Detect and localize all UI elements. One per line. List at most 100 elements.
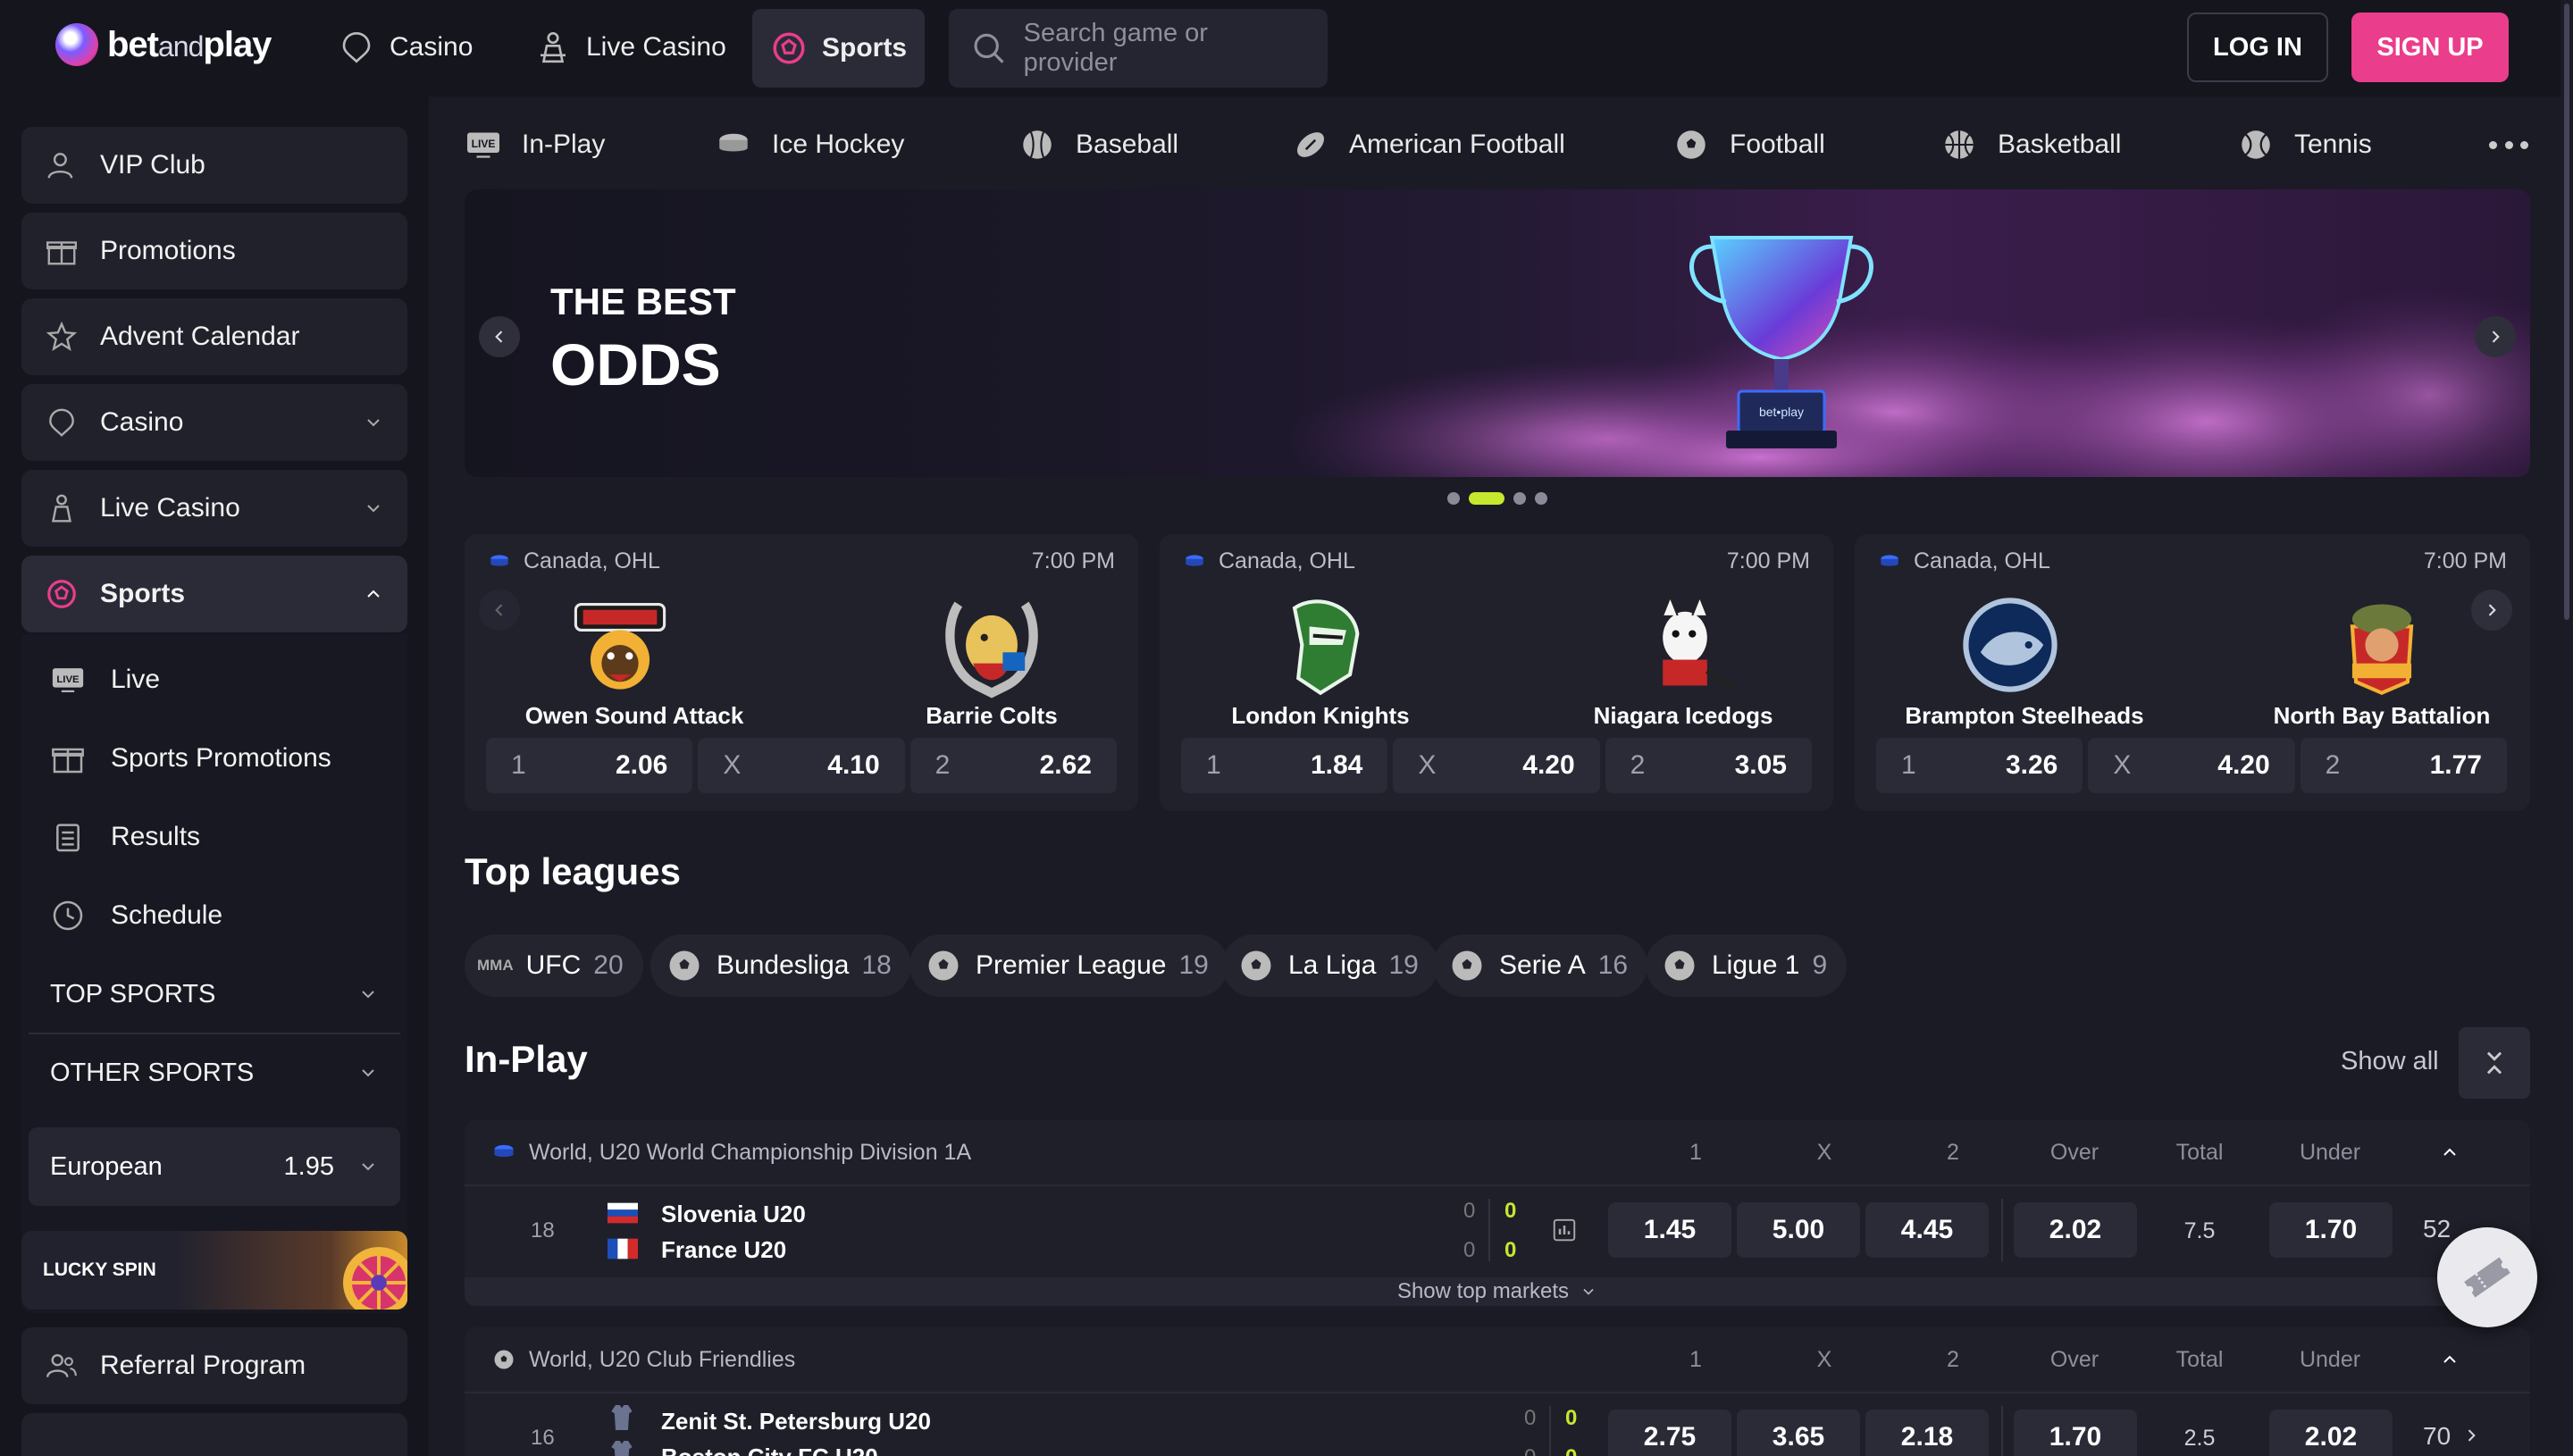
chevron-up-icon[interactable] <box>2439 1349 2460 1370</box>
sidebar-item-promotions[interactable]: Promotions <box>21 213 407 289</box>
betslip-fab[interactable] <box>2437 1227 2537 1327</box>
odds-format-select[interactable]: European 1.95 <box>29 1127 400 1206</box>
featured-match-card[interactable]: Canada, OHL 7:00 PM Owen Sound Attack Ba… <box>465 534 1138 811</box>
sidebar-other-sports[interactable]: OTHER SPORTS <box>29 1034 400 1111</box>
login-button[interactable]: LOG IN <box>2187 13 2328 82</box>
featured-match-card[interactable]: Canada, OHL 7:00 PM Brampton Steelheads … <box>1855 534 2530 811</box>
chevron-right-icon <box>2468 1429 2476 1442</box>
odds-button-home[interactable]: 1 2.06 <box>486 738 693 793</box>
collapse-all-button[interactable] <box>2459 1027 2530 1099</box>
tab-football[interactable]: Football <box>1672 118 1825 172</box>
carousel-dots <box>1447 490 1547 505</box>
col-x: X <box>1816 1347 1832 1372</box>
banner-prev-button[interactable] <box>479 316 520 357</box>
away-team-name: Barrie Colts <box>926 702 1058 729</box>
sidebar-item-referral[interactable]: Referral Program <box>21 1327 407 1404</box>
more-markets-count[interactable]: 52 <box>2423 1215 2451 1243</box>
tab-in-play[interactable]: LIVE In-Play <box>465 118 605 172</box>
sidebar-sub-results[interactable]: Results <box>21 799 407 875</box>
carousel-dot[interactable] <box>1535 492 1547 505</box>
featured-prev-button[interactable] <box>479 590 520 631</box>
odds-value: 4.10 <box>827 750 880 780</box>
tab-ice-hockey[interactable]: Ice Hockey <box>715 118 904 172</box>
tab-basketball[interactable]: Basketball <box>1940 118 2121 172</box>
league-chip-ligue-1[interactable]: Ligue 1 9 <box>1646 934 1848 997</box>
tab-tennis[interactable]: Tennis <box>2237 118 2372 172</box>
gift-icon <box>46 241 78 265</box>
tab-american-football[interactable]: American Football <box>1292 118 1565 172</box>
sidebar-item-sports[interactable]: Sports <box>21 556 407 632</box>
odds-button-away[interactable]: 2 3.05 <box>1605 738 1812 793</box>
odds-button-draw[interactable]: 3.65 <box>1737 1410 1860 1456</box>
search-placeholder: Search game or provider <box>1023 19 1208 77</box>
away-period-score: 0 <box>1524 1445 1536 1456</box>
featured-next-button[interactable] <box>2471 590 2512 631</box>
league-chip-serie-a[interactable]: Serie A 16 <box>1433 934 1648 997</box>
league-chip-premier-league[interactable]: Premier League 19 <box>909 934 1228 997</box>
more-sports-button[interactable] <box>2489 132 2528 157</box>
odds-button-home[interactable]: 1 1.84 <box>1181 738 1388 793</box>
league-name: Ligue 1 <box>1712 950 1800 980</box>
signup-button[interactable]: SIGN UP <box>2351 13 2509 82</box>
odds-button-home[interactable]: 1 3.26 <box>1876 738 2083 793</box>
odds-button-home[interactable]: 2.75 <box>1608 1410 1731 1456</box>
tab-baseball[interactable]: Baseball <box>1018 118 1178 172</box>
away-team-name: Niagara Icedogs <box>1593 702 1773 729</box>
carousel-dot[interactable] <box>1447 492 1460 505</box>
user-icon <box>47 153 73 179</box>
odds-button-under[interactable]: 1.70 <box>2269 1202 2393 1258</box>
carousel-dot-active[interactable] <box>1469 492 1504 505</box>
scrollbar-thumb[interactable] <box>2564 4 2569 620</box>
league-chip-ufc[interactable]: MMA UFC 20 <box>465 934 643 997</box>
odds-key: 1 <box>1206 750 1221 780</box>
promo-banner[interactable]: bet•play THE BEST ODDS <box>465 189 2530 477</box>
brand-logo[interactable]: betandplay <box>55 23 272 66</box>
odds-button-away[interactable]: 2.18 <box>1865 1410 1989 1456</box>
sidebar-item-casino[interactable]: Casino <box>21 384 407 461</box>
league-count: 19 <box>1388 950 1419 980</box>
sidebar-sub-sports-promotions[interactable]: Sports Promotions <box>21 720 407 797</box>
stats-icon[interactable] <box>1551 1217 1578 1243</box>
sidebar-item-advent[interactable]: Advent Calendar <box>21 298 407 375</box>
featured-match-card[interactable]: Canada, OHL 7:00 PM London Knights Niaga… <box>1160 534 1833 811</box>
sidebar-item-partial[interactable] <box>21 1413 407 1456</box>
lucky-spin-banner[interactable]: LUCKY SPIN <box>21 1231 407 1310</box>
home-team-name: Slovenia U20 <box>661 1201 806 1227</box>
odds-button-draw[interactable]: 5.00 <box>1737 1202 1860 1258</box>
soccer-ball-icon <box>1452 950 1482 981</box>
nav-casino[interactable]: Casino <box>320 20 490 75</box>
league-header[interactable]: World, U20 World Championship Division 1… <box>465 1120 2530 1184</box>
odds-button-draw[interactable]: X 4.20 <box>1393 738 1600 793</box>
show-all-link[interactable]: Show all <box>2341 1047 2439 1076</box>
odds-button-away[interactable]: 4.45 <box>1865 1202 1989 1258</box>
league-chip-bundesliga[interactable]: Bundesliga 18 <box>650 934 911 997</box>
match-row[interactable]: 18 Slovenia U20 France U20 0 0 0 0 1.45 … <box>465 1186 2530 1277</box>
odds-button-away[interactable]: 2 1.77 <box>2300 738 2507 793</box>
match-row[interactable]: 16 Zenit St. Petersburg U20 Boston City … <box>465 1393 2530 1456</box>
nav-sports[interactable]: Sports <box>752 9 926 88</box>
odds-button-under[interactable]: 2.02 <box>2269 1410 2393 1456</box>
sidebar-top-sports[interactable]: TOP SPORTS <box>29 956 400 1033</box>
carousel-dot[interactable] <box>1513 492 1526 505</box>
league-name: World, U20 World Championship Division 1… <box>529 1140 972 1165</box>
match-league: Canada, OHL <box>524 548 660 573</box>
league-chip-la-liga[interactable]: La Liga 19 <box>1222 934 1438 997</box>
search-box[interactable]: Search game or provider <box>949 9 1328 88</box>
more-markets-count[interactable]: 70 <box>2423 1422 2451 1451</box>
show-top-markets-button[interactable]: Show top markets <box>465 1277 2530 1306</box>
league-header[interactable]: World, U20 Club Friendlies 1 X 2 Over To… <box>465 1327 2530 1392</box>
sidebar-sub-live[interactable]: LIVE Live <box>21 641 407 718</box>
odds-button-home[interactable]: 1.45 <box>1608 1202 1731 1258</box>
sidebar-item-vip[interactable]: VIP Club <box>21 127 407 204</box>
odds-button-over[interactable]: 2.02 <box>2014 1202 2137 1258</box>
nav-live-casino[interactable]: Live Casino <box>516 20 744 75</box>
scrollbar-track[interactable] <box>2560 0 2573 1456</box>
banner-next-button[interactable] <box>2475 316 2516 357</box>
odds-button-draw[interactable]: X 4.10 <box>698 738 905 793</box>
chevron-up-icon[interactable] <box>2439 1142 2460 1163</box>
sidebar-sub-schedule[interactable]: Schedule <box>21 877 407 954</box>
odds-button-over[interactable]: 1.70 <box>2014 1410 2137 1456</box>
odds-button-away[interactable]: 2 2.62 <box>909 738 1117 793</box>
sidebar-item-live-casino[interactable]: Live Casino <box>21 470 407 547</box>
odds-button-draw[interactable]: X 4.20 <box>2088 738 2295 793</box>
